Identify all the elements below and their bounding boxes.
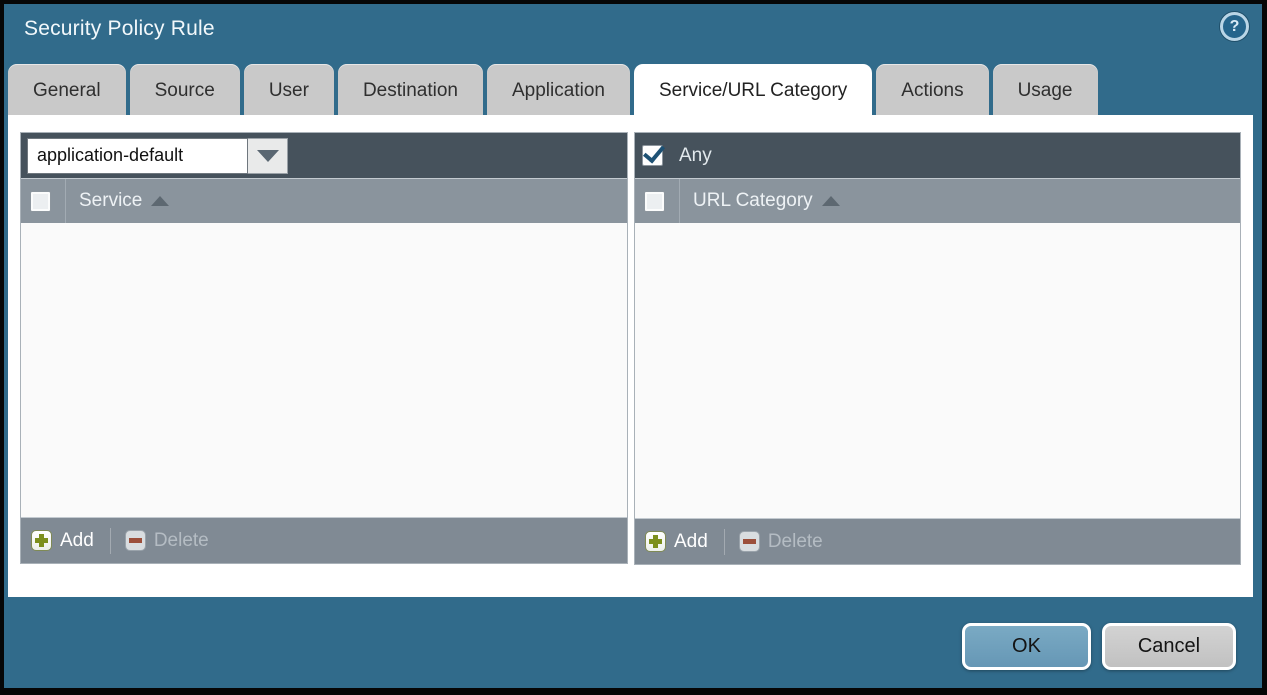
service-table-header: Service <box>21 178 627 223</box>
add-button-label: Add <box>674 531 708 553</box>
sort-asc-icon[interactable] <box>822 196 840 206</box>
service-column-header[interactable]: Service <box>79 190 142 212</box>
url-category-delete-button[interactable]: Delete <box>739 531 823 553</box>
service-delete-button[interactable]: Delete <box>125 530 209 552</box>
minus-icon <box>125 530 146 551</box>
plus-icon <box>645 531 666 552</box>
service-list <box>21 223 627 517</box>
url-category-toolbar: Any <box>635 133 1240 178</box>
screen: Security Policy Rule ? General Source Us… <box>0 0 1267 695</box>
column-separator <box>65 179 66 223</box>
service-add-button[interactable]: Add <box>31 530 94 552</box>
url-category-select-all-checkbox[interactable] <box>644 191 665 212</box>
tab-destination[interactable]: Destination <box>338 64 483 115</box>
plus-icon <box>31 530 52 551</box>
footer-separator <box>110 528 111 554</box>
url-category-footer: Add Delete <box>635 518 1240 564</box>
url-category-column-header[interactable]: URL Category <box>693 190 813 212</box>
tab-general[interactable]: General <box>8 64 126 115</box>
minus-icon <box>739 531 760 552</box>
url-category-list <box>635 223 1240 518</box>
service-type-dropdown <box>27 138 288 174</box>
help-icon[interactable]: ? <box>1220 12 1249 41</box>
service-type-dropdown-button[interactable] <box>248 138 288 174</box>
service-toolbar <box>21 133 627 178</box>
url-category-table-header: URL Category <box>635 178 1240 223</box>
tab-usage[interactable]: Usage <box>993 64 1098 115</box>
tab-bar: General Source User Destination Applicat… <box>8 64 1098 115</box>
tab-user[interactable]: User <box>244 64 334 115</box>
tab-actions[interactable]: Actions <box>876 64 988 115</box>
any-label: Any <box>679 145 712 167</box>
ok-button[interactable]: OK <box>962 623 1091 670</box>
any-checkbox[interactable] <box>642 145 663 166</box>
column-separator <box>679 179 680 223</box>
chevron-down-icon <box>257 150 279 162</box>
service-panel: Service Add Delete <box>20 132 628 564</box>
service-select-all-checkbox[interactable] <box>30 191 51 212</box>
service-footer: Add Delete <box>21 517 627 563</box>
delete-button-label: Delete <box>768 531 823 553</box>
delete-button-label: Delete <box>154 530 209 552</box>
dialog-title: Security Policy Rule <box>24 17 215 41</box>
sort-asc-icon[interactable] <box>151 196 169 206</box>
add-button-label: Add <box>60 530 94 552</box>
tab-source[interactable]: Source <box>130 64 240 115</box>
url-category-add-button[interactable]: Add <box>645 531 708 553</box>
tab-application[interactable]: Application <box>487 64 630 115</box>
tab-service-url-category[interactable]: Service/URL Category <box>634 64 872 115</box>
tab-content-service-url-category: Service Add Delete <box>8 115 1253 597</box>
service-type-input[interactable] <box>27 138 248 174</box>
footer-separator <box>724 529 725 555</box>
security-policy-rule-dialog: Security Policy Rule ? General Source Us… <box>4 4 1262 688</box>
url-category-panel: Any URL Category Add <box>634 132 1241 565</box>
cancel-button[interactable]: Cancel <box>1102 623 1236 670</box>
